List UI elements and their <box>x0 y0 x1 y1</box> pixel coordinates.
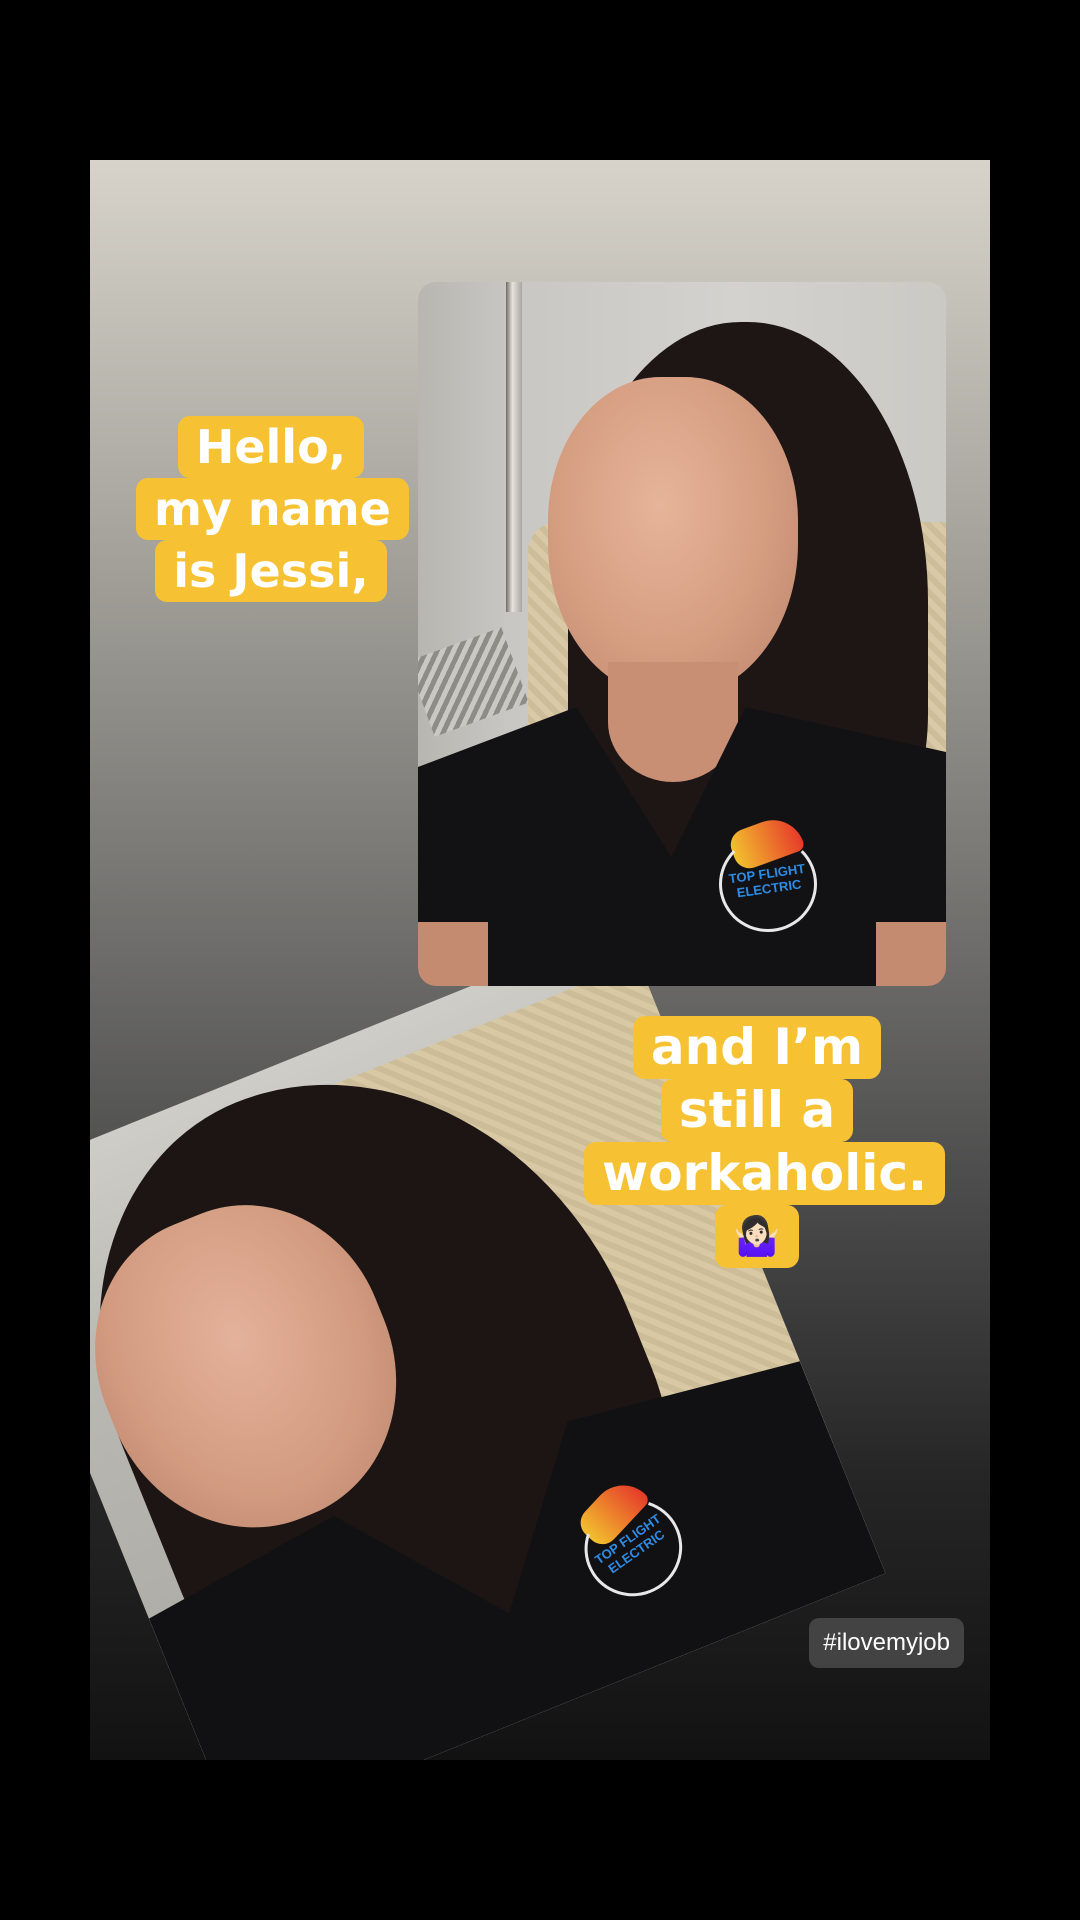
sticker-top-line2: my name <box>136 478 409 540</box>
sticker-bottom-line1: and I’m <box>632 1016 882 1079</box>
shirt-logo: TOP FLIGHT ELECTRIC <box>713 811 823 932</box>
text-sticker-top[interactable]: Hello, my name is Jessi, <box>136 416 409 602</box>
shrug-emoji-icon: 🤷🏻‍♀️ <box>715 1205 799 1268</box>
story-canvas: TOP FLIGHT ELECTRIC TOP FLIGHT ELECTRIC … <box>90 160 990 1760</box>
arm-left <box>418 922 488 986</box>
sticker-bottom-line2: still a <box>660 1079 854 1142</box>
face <box>548 377 798 697</box>
photo-top: TOP FLIGHT ELECTRIC <box>418 282 946 986</box>
sticker-top-line1: Hello, <box>177 416 365 478</box>
text-sticker-bottom[interactable]: and I’m still a workaholic. 🤷🏻‍♀️ <box>584 1016 946 1268</box>
story-screen: TOP FLIGHT ELECTRIC TOP FLIGHT ELECTRIC … <box>0 0 1080 1920</box>
sticker-bottom-line3: workaholic. <box>584 1142 946 1205</box>
hashtag-sticker[interactable]: #ilovemyjob <box>809 1618 964 1668</box>
pillow <box>418 627 529 737</box>
sticker-top-line3: is Jessi, <box>155 540 387 602</box>
arm-right <box>876 922 946 986</box>
door-frame <box>506 282 522 612</box>
